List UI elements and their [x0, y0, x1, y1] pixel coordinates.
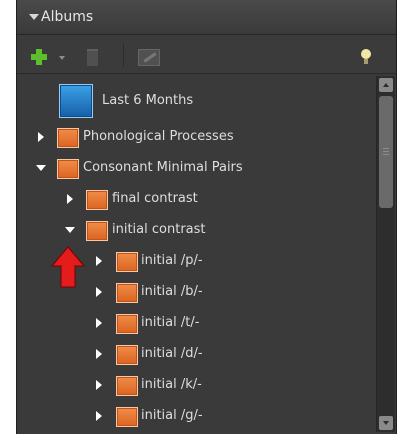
tree-item-initial-t[interactable]: initial /t/- [17, 308, 375, 338]
smart-album-row[interactable]: Last 6 Months [17, 74, 375, 124]
expand-triangle-icon[interactable] [96, 287, 102, 297]
tree-item-initial-d[interactable]: initial /d/- [17, 339, 375, 369]
folder-icon [57, 128, 79, 148]
edit-icon[interactable] [138, 49, 160, 66]
vertical-scrollbar[interactable] [376, 76, 395, 432]
smart-album-label: Last 6 Months [102, 93, 194, 108]
thumb-grip [383, 151, 389, 152]
tree-item-label: initial /k/- [141, 377, 202, 392]
chevron-down-icon[interactable] [59, 56, 65, 60]
expand-triangle-icon[interactable] [96, 318, 102, 328]
tree-item-initial-contrast[interactable]: initial contrast [17, 215, 375, 245]
expand-triangle-icon[interactable] [96, 411, 102, 421]
albums-title: Albums [41, 9, 94, 25]
collapse-triangle-icon[interactable] [36, 165, 46, 171]
tree-item-label: initial /p/- [141, 253, 203, 268]
tree-item-label: initial /b/- [141, 284, 203, 299]
albums-toolbar [17, 35, 396, 74]
thumb-grip [383, 154, 389, 155]
collapse-triangle-icon[interactable] [65, 227, 75, 233]
red-arrow-up-icon [51, 246, 85, 288]
scrollbar-thumb[interactable] [379, 96, 393, 208]
folder-icon [57, 159, 79, 179]
expand-triangle-icon[interactable] [67, 194, 73, 204]
folder-icon [86, 190, 108, 210]
tree-item-label: initial /d/- [141, 346, 203, 361]
lightbulb-base [364, 59, 368, 64]
tree-item-label: initial /t/- [141, 315, 200, 330]
tree-item-label: initial contrast [112, 222, 206, 237]
tree-item-label: Phonological Processes [83, 129, 234, 144]
scroll-up-button[interactable] [379, 78, 393, 92]
albums-panel: Albums Last 6 Months Phonological Proces… [16, 0, 397, 434]
folder-icon [116, 345, 138, 365]
collapse-triangle-icon[interactable] [29, 14, 39, 20]
expand-triangle-icon[interactable] [96, 380, 102, 390]
smart-album-icon [59, 84, 93, 118]
lightbulb-icon[interactable] [361, 49, 371, 66]
tree-item-label: final contrast [112, 191, 198, 206]
expand-triangle-icon[interactable] [96, 256, 102, 266]
tree-item-consonant-minimal-pairs[interactable]: Consonant Minimal Pairs [17, 153, 375, 183]
toolbar-divider [123, 43, 124, 67]
albums-header[interactable]: Albums [17, 0, 396, 35]
tree-item-initial-k[interactable]: initial /k/- [17, 370, 375, 400]
folder-icon [116, 376, 138, 396]
thumb-grip [383, 148, 389, 149]
tree-item-phonological-processes[interactable]: Phonological Processes [17, 122, 375, 152]
folder-icon [116, 283, 138, 303]
folder-icon [116, 252, 138, 272]
tree-item-label: initial /g/- [141, 408, 203, 423]
album-tree: Last 6 Months Phonological Processes Con… [17, 74, 375, 434]
folder-icon [86, 221, 108, 241]
expand-triangle-icon[interactable] [96, 349, 102, 359]
trash-icon[interactable] [87, 49, 98, 66]
tree-item-final-contrast[interactable]: final contrast [17, 184, 375, 214]
expand-triangle-icon[interactable] [38, 132, 44, 142]
plus-icon[interactable] [31, 49, 47, 65]
tree-item-initial-g[interactable]: initial /g/- [17, 401, 375, 431]
scroll-down-button[interactable] [379, 416, 393, 430]
folder-icon [116, 314, 138, 334]
folder-icon [116, 407, 138, 427]
tree-item-label: Consonant Minimal Pairs [83, 160, 243, 175]
lightbulb-glass [361, 49, 371, 59]
